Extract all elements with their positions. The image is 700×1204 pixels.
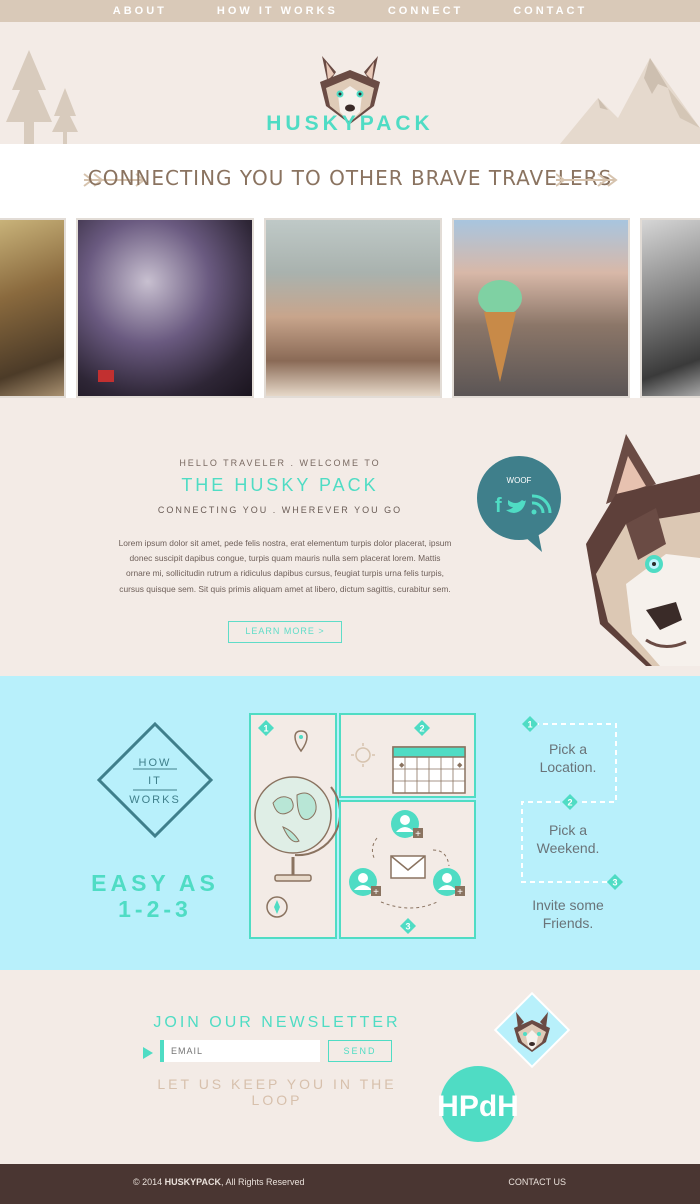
hp-logo-badge[interactable]: HPdH [438, 1064, 518, 1144]
svg-text:+: + [415, 829, 421, 840]
step-1-badge: 1 [522, 716, 538, 732]
step-3-line-2: Friends. [542, 915, 594, 931]
hp-badge-text: HPdH [438, 1090, 518, 1123]
header: HUSKYPACK [0, 22, 700, 146]
gallery-photo-party[interactable] [76, 218, 254, 398]
step-2-line-2: Weekend. [536, 840, 600, 856]
svg-text:◆: ◆ [457, 762, 463, 769]
contact-us-link[interactable]: CONTACT US [508, 1177, 566, 1187]
gallery-photo-group[interactable] [264, 218, 442, 398]
step-3-text: Invite some Friends. [512, 896, 624, 932]
social-bubble-icon: WOOF f [477, 456, 561, 552]
panel-friends: + + + 3 [339, 800, 476, 939]
svg-text:1: 1 [527, 720, 532, 730]
svg-text:+: + [457, 887, 463, 898]
nav-connect[interactable]: CONNECT [363, 0, 488, 22]
svg-text:2: 2 [567, 798, 572, 808]
step-3-line-1: Invite some [532, 897, 604, 913]
gallery-photo-portrait[interactable] [640, 218, 700, 398]
photo-gallery [0, 218, 700, 398]
husky-diamond-badge[interactable] [492, 990, 572, 1070]
how-it-works-diamond: HOW IT WORKS [97, 722, 213, 838]
svg-text:3: 3 [405, 922, 410, 932]
svg-text:◆: ◆ [399, 762, 405, 769]
email-input[interactable] [160, 1040, 320, 1062]
step-1-line-1: Pick a [548, 741, 588, 757]
how-it-works-section: HOW IT WORKS EASY AS 1-2-3 1 2 ◆ ◆ + + +… [0, 676, 700, 970]
diamond-line-2: IT [148, 775, 162, 787]
welcome-body: Lorem ipsum dolor sit amet, pede felis n… [118, 538, 452, 594]
easy-line-1: EASY AS [91, 870, 219, 896]
step-2-line-1: Pick a [548, 822, 588, 838]
gallery-photo-street[interactable] [0, 218, 66, 398]
copyright-brand: HUSKYPACK [164, 1177, 221, 1187]
step-3-badge: 3 [607, 874, 623, 890]
brand-name[interactable]: HUSKYPACK [0, 112, 700, 136]
copyright-prefix: © 2014 [133, 1177, 165, 1187]
gallery-photo-ice-cream[interactable] [452, 218, 630, 398]
diamond-line-3: WORKS [129, 794, 181, 806]
easy-line-2: 1-2-3 [118, 896, 192, 922]
panel-weekend: 2 ◆ ◆ [339, 713, 476, 798]
bubble-label: WOOF [507, 476, 532, 485]
step-1-line-2: Location. [539, 759, 597, 775]
welcome-subtitle: CONNECTING YOU . WHEREVER YOU GO [157, 505, 403, 515]
welcome-title: THE HUSKY PACK [181, 475, 379, 495]
newsletter-title: JOIN OUR NEWSLETTER [153, 1014, 401, 1031]
newsletter-section: JOIN OUR NEWSLETTER SEND LET US KEEP YOU… [0, 970, 700, 1164]
svg-text:f: f [495, 495, 502, 517]
calendar-icon: ◆ ◆ [351, 743, 466, 794]
nav-contact[interactable]: CONTACT [488, 0, 612, 22]
step-2-badge: 2 [562, 794, 578, 810]
diamond-line-1: HOW [139, 757, 172, 769]
newsletter-tagline: LET US KEEP YOU IN THE LOOP [157, 1076, 397, 1108]
husky-mascot-icon [586, 434, 700, 666]
learn-more-button[interactable]: LEARN MORE > [228, 621, 342, 643]
facebook-icon[interactable]: f [495, 495, 502, 517]
step-1-text: Pick a Location. [520, 740, 616, 776]
step-2-text: Pick a Weekend. [520, 821, 616, 857]
copyright-suffix: , All Rights Reserved [221, 1177, 305, 1187]
panel-3-badge: 3 [400, 918, 416, 934]
arrow-right-icon [556, 173, 618, 187]
top-nav: ABOUT HOW IT WORKS CONNECT CONTACT [0, 0, 700, 22]
copyright: © 2014 HUSKYPACK, All Rights Reserved [133, 1177, 305, 1187]
globe-icon [254, 730, 339, 918]
svg-text:3: 3 [612, 878, 617, 888]
nav-how-it-works[interactable]: HOW IT WORKS [192, 0, 363, 22]
footer: © 2014 HUSKYPACK, All Rights Reserved CO… [0, 1164, 700, 1204]
welcome-hello: HELLO TRAVELER . WELCOME TO [179, 458, 381, 468]
tagline-band: CONNECTING YOU TO OTHER BRAVE TRAVELERS [0, 144, 700, 218]
panel-location: 1 [249, 713, 339, 939]
nav-about[interactable]: ABOUT [88, 0, 192, 22]
send-button[interactable]: SEND [328, 1040, 392, 1062]
easy-as-heading: EASY AS 1-2-3 [60, 870, 250, 922]
play-arrow-icon [143, 1047, 153, 1059]
welcome-section: HELLO TRAVELER . WELCOME TO THE HUSKY PA… [0, 424, 700, 676]
svg-text:+: + [373, 887, 379, 898]
